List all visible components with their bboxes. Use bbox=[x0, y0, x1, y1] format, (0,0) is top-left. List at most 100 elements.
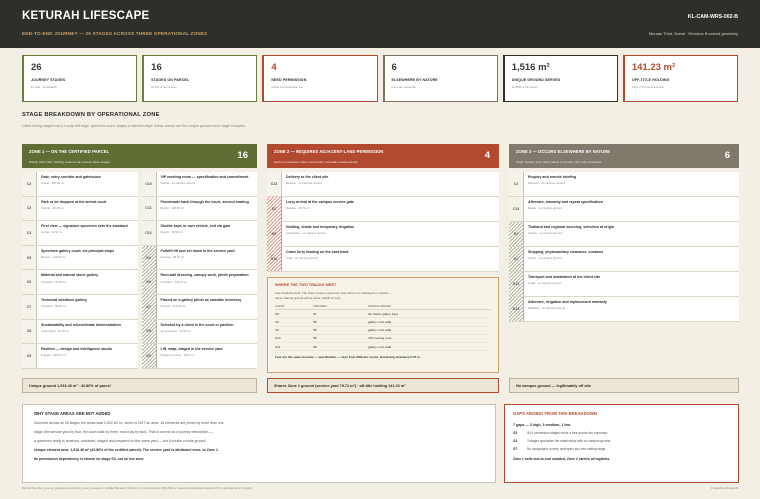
stage-detail: Prepare to move · 18.51 m² bbox=[160, 353, 195, 358]
stage-body: Crane lorry loading on the east track Loa… bbox=[282, 247, 499, 271]
stage-title: Gate, entry corridor and gatehouse bbox=[41, 175, 101, 179]
stage-item: C4 First view — signature specimen sets t… bbox=[22, 221, 138, 246]
document-code: KL-CAM-WRS-002-B bbox=[687, 14, 738, 20]
kpi-card: 6 ELSEWHERE BY NATURE not a site constra… bbox=[382, 55, 498, 102]
page-subtitle: END-TO-END JOURNEY — 26 STAGES ACROSS TH… bbox=[22, 31, 208, 36]
table-row: C6 S8 gallery court walk bbox=[275, 317, 491, 327]
stage-item: S8 Selected by a client in the court or p… bbox=[141, 319, 257, 345]
stage-body: Sustainability and microclimate demonstr… bbox=[37, 320, 138, 344]
stage-body: Placed on a gallery plinth as saleable i… bbox=[157, 295, 258, 319]
stage-id: S8 bbox=[141, 319, 157, 344]
zone-2-footer: Shares Zone 1 ground (service yard 78.72… bbox=[267, 378, 499, 393]
zone-subtitle: Each is a separate written permission; r… bbox=[274, 160, 358, 164]
why-paragraph: Summed across all 26 stages the areas to… bbox=[34, 419, 484, 464]
stage-title: Promenade back through the court, second… bbox=[160, 199, 249, 204]
stage-body: Holding, shade and temporary irrigation A… bbox=[282, 222, 499, 246]
stage-detail: Import · no campus ground bbox=[528, 256, 562, 261]
stage-title: Forklift lift and set down in the servic… bbox=[160, 248, 235, 253]
kpi-sub: needs non-ownership line bbox=[271, 85, 304, 89]
gap-row: G3 3 stages specialise the relationship … bbox=[513, 439, 730, 443]
stage-detail: Relate · no campus ground bbox=[528, 206, 562, 211]
table-cell: gallery court walk bbox=[367, 342, 491, 352]
table-cell: C5 bbox=[275, 309, 313, 319]
stage-id: S9 bbox=[141, 344, 157, 368]
stage-body: Aftercare, irrigation and replacement wa… bbox=[524, 297, 739, 321]
kpi-label: STAGES ON PARCEL bbox=[151, 78, 190, 82]
table-cell: gallery court walk bbox=[367, 317, 491, 327]
stage-id: C3 bbox=[22, 196, 37, 221]
stage-body: Material and natural stone gallery Compar… bbox=[37, 270, 138, 294]
kpi-card: 26 JOURNEY STAGES 14 hold · 12 dispatch bbox=[22, 55, 138, 102]
table-row: C11 S8 gallery court walk bbox=[275, 342, 491, 352]
stage-detail: Establish · no campus ground bbox=[528, 306, 566, 311]
why-bold-line: Its permission dependency is shown on st… bbox=[34, 457, 145, 462]
table-cell: S8 bbox=[312, 317, 368, 327]
zone-1-column-right: C10 VIP meeting room — specification and … bbox=[141, 172, 258, 369]
why-line: stage (the service yard by four, the cou… bbox=[34, 430, 213, 435]
kpi-card: 1,516 m² UNIQUE GROUND SERVED 42.80% of … bbox=[502, 55, 618, 102]
stage-detail: Vehicle · 89.40 m² bbox=[41, 205, 64, 210]
zone-2-header: ZONE 2 — REQUIRES ADJACENT-LAND PERMISSI… bbox=[267, 144, 499, 168]
why-not-added-panel: WHY STAGE AREAS ARE NOT ADDED Summed acr… bbox=[22, 404, 496, 483]
stage-title: Lift, wrap, staged in the service yard bbox=[160, 347, 223, 352]
stage-id: C4 bbox=[22, 221, 37, 245]
kpi-sub: 61.5% of the journey bbox=[151, 85, 177, 89]
stage-body: Technical solutions gallery Compare · 58.… bbox=[37, 295, 138, 319]
gap-text: No topographic survey underpins any tree… bbox=[527, 447, 607, 451]
stage-body: Shuttle bays or own vehicle, exit via ga… bbox=[157, 221, 258, 245]
stage-detail: Present · 412.00 m² bbox=[160, 304, 186, 309]
stage-id: S3 bbox=[267, 197, 282, 221]
stage-id: C5 bbox=[22, 245, 37, 270]
gaps-summary: 7 gaps — 3 high, 3 medium, 1 low bbox=[513, 423, 571, 427]
tracks-note: Four are the same moment — specification… bbox=[275, 355, 421, 360]
zone-title: ZONE 1 — ON THE CERTIFIED PARCEL bbox=[29, 149, 110, 154]
stage-body: Transport and installation at the client… bbox=[524, 272, 739, 296]
table-cell: C6 bbox=[275, 317, 313, 327]
stage-item: C2 Gate, entry corridor and gatehouse Arri… bbox=[22, 172, 138, 197]
zone-1-footer: Unique ground 1,516.46 m² · 42.80% of pa… bbox=[22, 378, 257, 393]
kpi-value: 16 bbox=[151, 62, 162, 73]
zone-count: 6 bbox=[724, 150, 730, 161]
stage-title: Shuttle bays or own vehicle, exit via ga… bbox=[160, 224, 231, 229]
table-cell: S8 bbox=[312, 326, 368, 335]
zone-1-header: ZONE 1 — ON THE CERTIFIED PARCEL Wholly … bbox=[22, 144, 257, 168]
stage-id: S7 bbox=[141, 294, 157, 319]
gaps-panel: GAPS ARISING FROM THIS BREAKDOWN 7 gaps … bbox=[504, 404, 739, 483]
kpi-card: 16 STAGES ON PARCEL 61.5% of the journey bbox=[142, 55, 258, 102]
zone-count: 16 bbox=[237, 150, 248, 161]
stage-item: S9 Lift, wrap, staged in the service yard… bbox=[141, 344, 257, 369]
handoff-table: CLIENT SPECIMEN SHARED GROUND C5 S7 the tw… bbox=[275, 304, 491, 352]
stage-detail: On specimen · 17.50 m² bbox=[160, 328, 191, 333]
kpi-value: 141.23 m² bbox=[631, 62, 676, 73]
gaps-title: GAPS ARISING FROM THIS BREAKDOWN bbox=[513, 411, 597, 416]
zone-2-panel: ZONE 2 — REQUIRES ADJACENT-LAND PERMISSI… bbox=[267, 144, 499, 396]
stage-body: First view — signature specimen sets the… bbox=[37, 221, 138, 245]
stage-title: Root-ball dressing, canopy work, plinth … bbox=[160, 273, 249, 278]
stage-item: C13 Delivery to the client site Receive · … bbox=[267, 172, 499, 197]
stage-item: S2 Shipping, phytosanitary clearance, cus… bbox=[509, 247, 739, 272]
stage-title: VIP meeting room — specification and com… bbox=[160, 175, 249, 179]
stage-id: C11 bbox=[141, 196, 157, 221]
stage-title: Placed on a gallery plinth as saleable i… bbox=[160, 297, 242, 302]
stage-body: VIP meeting room — specification and com… bbox=[157, 172, 258, 196]
stage-item: S7 Placed on a gallery plinth as saleable… bbox=[141, 294, 258, 320]
stage-item: S4 Forklift lift and set down in the serv… bbox=[141, 245, 257, 271]
table-cell: gallery court walk bbox=[367, 326, 491, 335]
stage-detail: Receive · 36.72 m² bbox=[286, 206, 310, 211]
stage-item: C5 Specimen gallery court, six principal … bbox=[22, 245, 138, 271]
stage-item: S11 Transport and installation at the cli… bbox=[509, 272, 739, 297]
stage-detail: Source · no campus ground bbox=[528, 231, 563, 236]
stage-id: S10 bbox=[267, 247, 282, 271]
table-row: C5 S7 the twelve gallery bays bbox=[275, 309, 491, 319]
tracks-title: WHERE THE TWO TRACKS MEET bbox=[275, 283, 337, 287]
stage-id: S4 bbox=[141, 245, 157, 270]
stage-body: Gate, entry corridor and gatehouse Arriva… bbox=[37, 172, 138, 196]
stage-id: C1 bbox=[509, 172, 524, 196]
gap-key: G2 bbox=[513, 431, 518, 435]
kpi-label: ELSEWHERE BY NATURE bbox=[391, 78, 438, 82]
gaps-footer: Zone 1 sells end-to-end unaided; Zone 2 … bbox=[513, 457, 611, 461]
stage-item: S1 Thailand and regional sourcing, select… bbox=[509, 222, 739, 247]
zone-title: ZONE 3 — OCCURS ELSEWHERE BY NATURE bbox=[516, 149, 611, 154]
zone-title: ZONE 2 — REQUIRES ADJACENT-LAND PERMISSI… bbox=[274, 149, 384, 154]
stage-detail: Return · 138.60 m² bbox=[160, 205, 184, 210]
